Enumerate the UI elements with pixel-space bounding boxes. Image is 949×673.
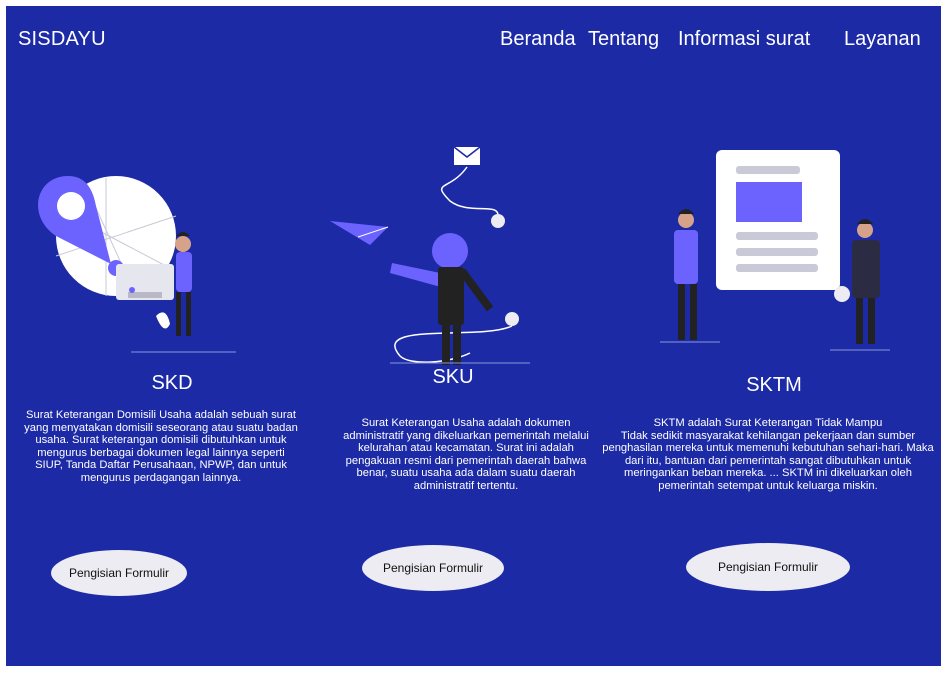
description-line: pengakuan resmi dari pemerintah daerah b… xyxy=(345,454,587,467)
skd-form-button[interactable]: Pengisian Formulir xyxy=(51,550,187,596)
card-description-sktm: SKTM adalah Surat Keterangan Tidak Mampu… xyxy=(598,417,938,492)
description-line: Surat Keterangan Domisili Usaha adalah s… xyxy=(26,409,296,421)
description-line: dari itu, bantuan dari pemerintah sangat… xyxy=(624,454,912,467)
description-line: Tidak sedikit masyarakat kehilangan peke… xyxy=(620,429,916,442)
description-line: usaha. Surat keterangan domisili dibutuh… xyxy=(35,434,287,446)
description-line: mengurus berbagai dokumen legal lainnya … xyxy=(37,446,285,459)
description-line: SIUP, Tanda Daftar Perusahaan, NPWP, dan… xyxy=(35,459,287,471)
card-description-skd: Surat Keterangan Domisili Usaha adalah s… xyxy=(12,409,310,484)
description-line: meringankan beban mereka. ... SKTM ini d… xyxy=(624,467,912,479)
nav-tentang[interactable]: Tentang xyxy=(588,28,659,51)
description-line: administratif yang dikeluarkan pemerinta… xyxy=(343,429,589,442)
brand-logo[interactable]: SISDAYU xyxy=(18,28,106,51)
description-line: Surat Keterangan Usaha adalah dokumen xyxy=(361,417,571,429)
sktm-illustration xyxy=(660,144,890,354)
description-line: SKTM adalah Surat Keterangan Tidak Mampu xyxy=(653,417,883,429)
card-title-skd: SKD xyxy=(151,372,193,394)
description-line: mengurus perdagangan lainnya. xyxy=(80,471,242,484)
skd-illustration xyxy=(16,156,236,356)
nav-layanan[interactable]: Layanan xyxy=(844,28,921,51)
description-line: pemerintah setempat untuk keluarga miski… xyxy=(658,479,878,492)
sktm-form-button[interactable]: Pengisian Formulir xyxy=(686,543,850,591)
description-line: yang menyatakan domisili seseorang atau … xyxy=(24,421,298,434)
card-title-sku: SKU xyxy=(432,366,474,388)
description-line: kelurahan atau kecamatan. Surat ini adal… xyxy=(358,442,574,454)
card-description-sku: Surat Keterangan Usaha adalah dokumen ad… xyxy=(316,417,616,492)
description-line: penghasilan mereka untuk memenuhi kebutu… xyxy=(602,442,934,454)
sku-form-button[interactable]: Pengisian Formulir xyxy=(362,545,504,591)
description-line: benar, suatu usaha ada dalam suatu daera… xyxy=(356,467,576,479)
page: SISDAYU Beranda Tentang Informasi surat … xyxy=(6,6,941,666)
nav-informasi-surat[interactable]: Informasi surat xyxy=(678,28,810,51)
sku-illustration xyxy=(330,141,530,371)
nav-beranda[interactable]: Beranda xyxy=(500,28,576,51)
description-line: administratif tertentu. xyxy=(413,479,519,492)
card-title-sktm: SKTM xyxy=(746,374,802,396)
